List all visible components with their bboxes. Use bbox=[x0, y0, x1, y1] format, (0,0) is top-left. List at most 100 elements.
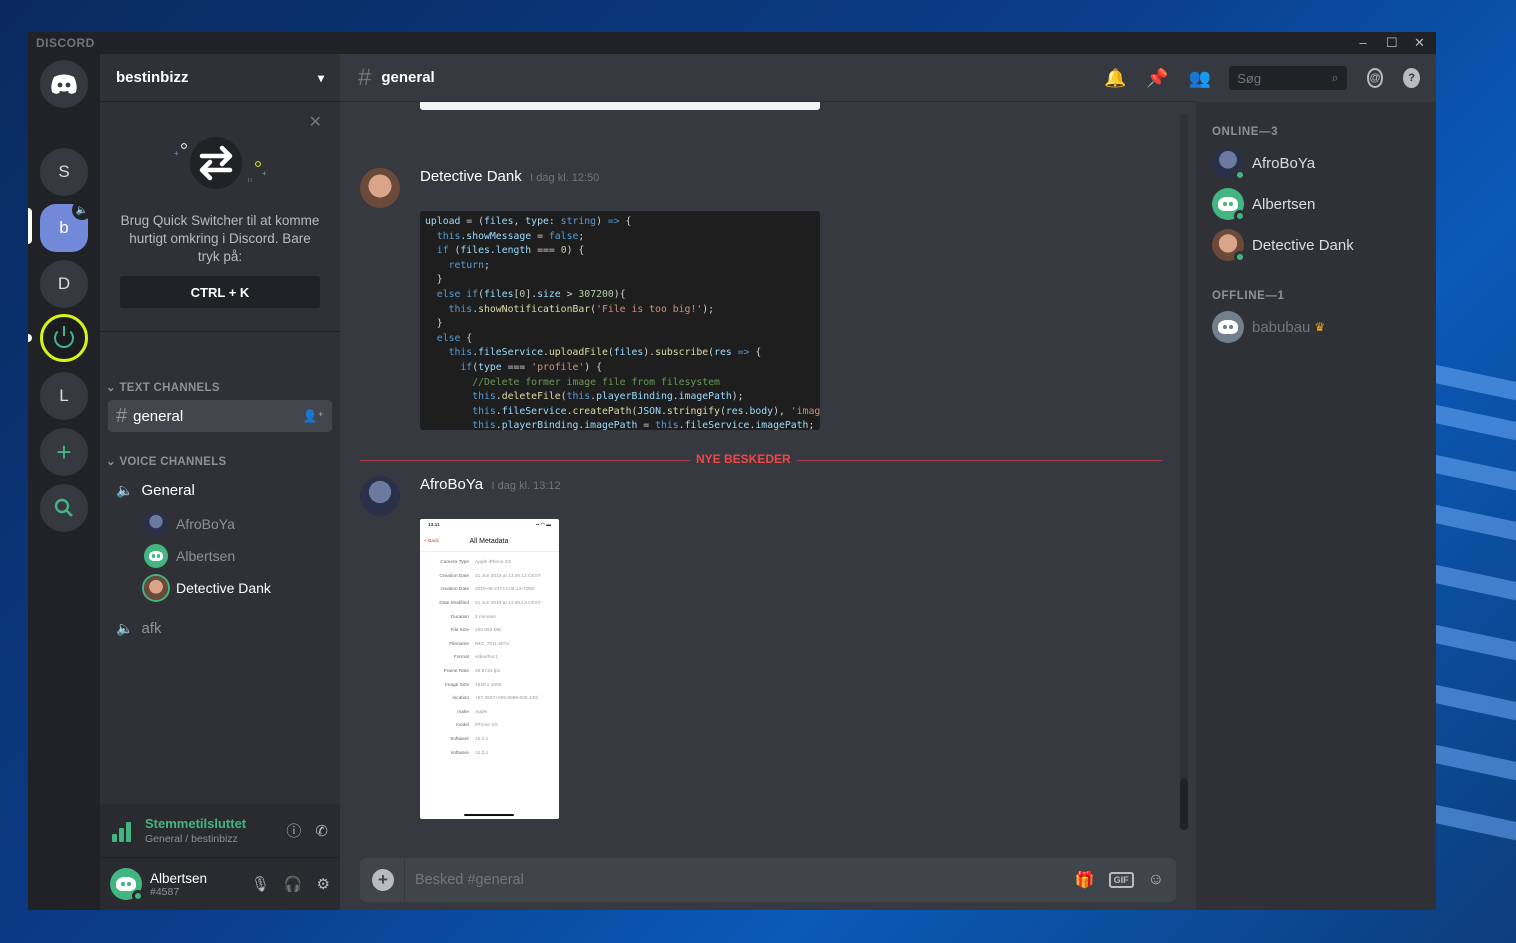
message-author[interactable]: AfroBoYa bbox=[420, 476, 483, 493]
voice-user-detective-dank[interactable]: Detective Dank bbox=[144, 574, 271, 602]
quick-switcher-icon: + + ∷ bbox=[174, 137, 267, 189]
voice-channels-category[interactable]: ⌄ VOICE CHANNELS bbox=[106, 454, 227, 468]
crown-icon: ♛ bbox=[1314, 320, 1326, 334]
metadata-value: 21 Jun 2019 at 13.06.13 CEST bbox=[475, 601, 541, 607]
member-albertsen[interactable]: Albertsen bbox=[1212, 185, 1315, 223]
phone-nav: < Back All Metadata bbox=[420, 532, 559, 552]
metadata-row: Frame Rate 29.9734 fps bbox=[420, 665, 559, 679]
member-list: ONLINE—3 AfroBoYa Albertsen Detective Da… bbox=[1196, 102, 1436, 910]
metadata-key: Camera Type bbox=[440, 560, 469, 566]
close-icon[interactable]: ✕ bbox=[309, 112, 322, 132]
code-screenshot[interactable]: upload = (files, type: string) => { this… bbox=[420, 211, 820, 430]
server-power[interactable] bbox=[40, 314, 88, 362]
speaker-icon: 🔈 bbox=[116, 619, 134, 636]
guild-header[interactable]: bestinbizz ▾ bbox=[100, 54, 340, 102]
voice-user-albertsen[interactable]: Albertsen bbox=[144, 542, 235, 570]
avatar bbox=[1212, 229, 1246, 263]
close-window-button[interactable]: ✕ bbox=[1414, 35, 1425, 51]
voice-status-title[interactable]: Stemmetilsluttet bbox=[145, 816, 272, 831]
phone-screenshot-attachment[interactable]: 13.11 ▪▪ ◠ ▬ < Back All Metadata Camera … bbox=[420, 519, 559, 819]
server-d[interactable]: D bbox=[40, 260, 88, 308]
emoji-icon[interactable]: ☺ bbox=[1148, 871, 1164, 889]
channel-general[interactable]: # general 👤⁺ bbox=[108, 400, 332, 432]
online-status-dot bbox=[1234, 169, 1246, 181]
metadata-key: make bbox=[457, 709, 469, 715]
previous-attachment[interactable] bbox=[420, 102, 820, 110]
invite-icon[interactable]: 👤⁺ bbox=[303, 409, 324, 423]
message-input[interactable]: Besked #general bbox=[415, 872, 1061, 888]
gift-icon[interactable]: 🎁 bbox=[1075, 870, 1095, 890]
scroll-thumb[interactable] bbox=[1180, 778, 1188, 830]
online-status-dot bbox=[1234, 210, 1246, 222]
bell-icon[interactable]: 🔔 bbox=[1104, 68, 1126, 89]
app-brand: DISCORD bbox=[36, 36, 95, 50]
explore-button[interactable] bbox=[40, 484, 88, 532]
voice-user-afroboya[interactable]: AfroBoYa bbox=[144, 510, 235, 538]
metadata-key: Frame Rate bbox=[443, 669, 469, 675]
chat-scrollbar[interactable] bbox=[1180, 114, 1188, 830]
channel-title: general bbox=[381, 69, 435, 86]
member-name: AfroBoYa bbox=[1252, 154, 1316, 172]
avatar bbox=[144, 576, 168, 600]
channel-label: General bbox=[141, 481, 195, 499]
pin-icon[interactable]: 📌 bbox=[1146, 68, 1168, 89]
category-label: TEXT CHANNELS bbox=[119, 382, 220, 394]
svg-text:+: + bbox=[174, 149, 179, 158]
channel-label: afk bbox=[141, 619, 162, 637]
member-name: Albertsen bbox=[1252, 195, 1316, 213]
voice-status-subtitle: General / bestinbizz bbox=[145, 833, 238, 845]
settings-icon[interactable]: ⚙ bbox=[317, 875, 330, 893]
mentions-icon[interactable]: @ bbox=[1366, 68, 1384, 88]
search-input[interactable]: Søg ⌕ bbox=[1229, 66, 1347, 90]
voice-channel-afk[interactable]: 🔈 afk bbox=[108, 612, 332, 644]
message-composer: + Besked #general 🎁 GIF ☺ bbox=[360, 858, 1176, 902]
maximize-button[interactable]: ☐ bbox=[1386, 35, 1398, 51]
text-channels-category[interactable]: ⌄ TEXT CHANNELS bbox=[106, 380, 220, 394]
online-status-dot bbox=[1234, 251, 1246, 263]
metadata-row: Format video/hvc1 bbox=[420, 651, 559, 665]
voice-channel-general[interactable]: 🔈 General bbox=[108, 474, 332, 506]
svg-text:∷: ∷ bbox=[248, 178, 252, 184]
minimize-button[interactable]: – bbox=[1358, 35, 1368, 51]
upload-button[interactable]: + bbox=[372, 869, 394, 891]
search-icon: ⌕ bbox=[1331, 70, 1339, 85]
member-babubau[interactable]: babubau ♛ bbox=[1212, 308, 1325, 346]
avatar bbox=[1212, 147, 1246, 181]
server-s[interactable]: S bbox=[40, 148, 88, 196]
mic-icon[interactable]: 🎙 bbox=[251, 875, 270, 893]
member-afroboya[interactable]: AfroBoYa bbox=[1212, 144, 1315, 182]
message-author[interactable]: Detective Dank bbox=[420, 168, 522, 185]
avatar[interactable] bbox=[360, 476, 400, 516]
avatar[interactable] bbox=[110, 868, 144, 902]
metadata-value: 12.3.1 bbox=[475, 750, 489, 756]
member-name: Detective Dank bbox=[1252, 236, 1354, 254]
gif-button[interactable]: GIF bbox=[1108, 872, 1134, 888]
metadata-key: creation Date bbox=[440, 587, 469, 593]
voice-user-name: AfroBoYa bbox=[176, 516, 235, 532]
disconnect-icon[interactable]: ✆ bbox=[315, 822, 328, 840]
metadata-row: location +57.0507+009.9099-000.440/ bbox=[420, 692, 559, 706]
server-b[interactable]: b 🔈 bbox=[40, 200, 92, 252]
home-button[interactable] bbox=[40, 60, 88, 108]
members-icon[interactable]: 👥 bbox=[1189, 68, 1211, 89]
add-server-button[interactable]: + bbox=[40, 428, 88, 476]
metadata-key: Duration bbox=[450, 614, 469, 620]
avatar[interactable] bbox=[360, 168, 400, 208]
metadata-key: location bbox=[452, 696, 469, 702]
metadata-row: creation Date 2019-06-21T13:06:13+0200 bbox=[420, 583, 559, 597]
metadata-key: Creation Date bbox=[439, 573, 469, 579]
user-tag: #4587 bbox=[150, 885, 180, 898]
server-label: L bbox=[59, 386, 69, 405]
chevron-down-icon: ⌄ bbox=[106, 456, 120, 468]
headphones-icon[interactable]: 🎧 bbox=[284, 875, 303, 893]
chevron-down-icon: ▾ bbox=[317, 70, 324, 85]
server-l[interactable]: L bbox=[40, 372, 88, 420]
metadata-value: video/hvc1 bbox=[475, 655, 498, 661]
hash-icon: # bbox=[116, 404, 128, 427]
metadata-value: IMG_7011.MOV bbox=[475, 641, 510, 647]
help-icon[interactable]: ? bbox=[1403, 68, 1420, 88]
metadata-row: Date Modified 21 Jun 2019 at 13.06.13 CES… bbox=[420, 597, 559, 611]
server-label: D bbox=[57, 274, 71, 293]
info-icon[interactable]: ⓘ bbox=[286, 820, 301, 841]
member-detective-dank[interactable]: Detective Dank bbox=[1212, 226, 1354, 264]
